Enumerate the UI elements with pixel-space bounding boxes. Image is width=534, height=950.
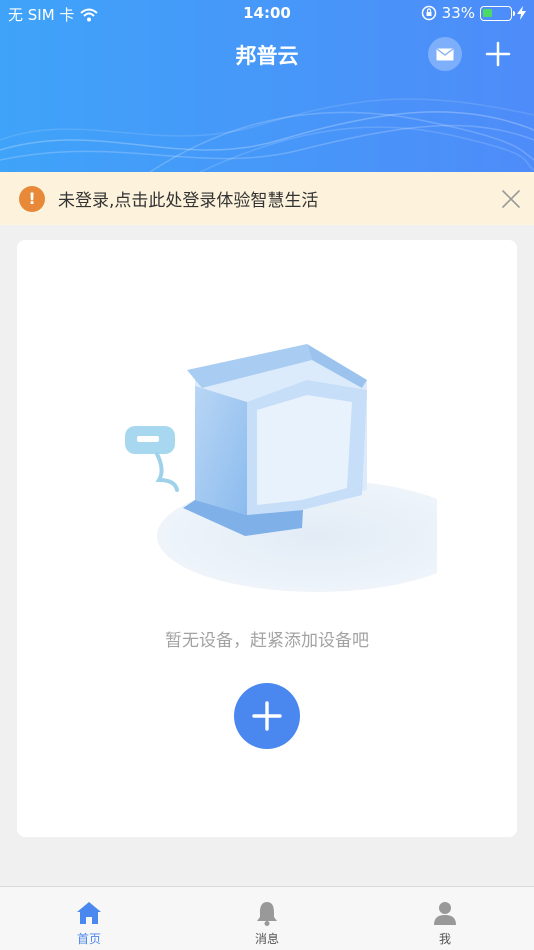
battery-icon bbox=[480, 5, 515, 21]
add-button[interactable] bbox=[484, 40, 512, 68]
tab-messages-label: 消息 bbox=[254, 932, 279, 946]
tab-messages[interactable]: 消息 bbox=[178, 887, 356, 950]
bell-icon bbox=[257, 902, 277, 926]
warning-icon: ! bbox=[19, 185, 45, 212]
tab-home-label: 首页 bbox=[76, 932, 101, 946]
header-wave-decoration bbox=[0, 98, 534, 172]
status-bar: 无 SIM 卡 14:00 33% bbox=[0, 0, 534, 28]
battery-percent: 33% bbox=[441, 4, 475, 22]
tab-bar: 首页 消息 我 bbox=[0, 886, 534, 950]
status-right: 33% bbox=[421, 4, 526, 22]
app-header: 无 SIM 卡 14:00 33% 邦普云 bbox=[0, 0, 534, 172]
mail-icon bbox=[436, 47, 454, 60]
add-device-button[interactable] bbox=[234, 683, 300, 749]
empty-state-text: 暂无设备，赶紧添加设备吧 bbox=[165, 631, 369, 651]
tab-me[interactable]: 我 bbox=[356, 887, 534, 950]
tab-me-label: 我 bbox=[438, 932, 451, 946]
close-icon[interactable] bbox=[501, 189, 521, 209]
empty-box-illustration bbox=[125, 344, 437, 592]
home-icon bbox=[77, 902, 101, 924]
tab-home[interactable]: 首页 bbox=[0, 887, 178, 950]
charging-bolt-icon bbox=[517, 6, 526, 20]
login-banner-text[interactable]: 未登录,点击此处登录体验智慧生活 bbox=[58, 186, 318, 211]
user-icon bbox=[434, 902, 456, 925]
messages-button[interactable] bbox=[428, 37, 462, 71]
device-card: 暂无设备，赶紧添加设备吧 bbox=[17, 240, 517, 837]
login-banner[interactable]: ! 未登录,点击此处登录体验智慧生活 bbox=[0, 172, 534, 225]
rotation-lock-icon bbox=[421, 5, 436, 21]
plus-icon bbox=[252, 701, 282, 731]
